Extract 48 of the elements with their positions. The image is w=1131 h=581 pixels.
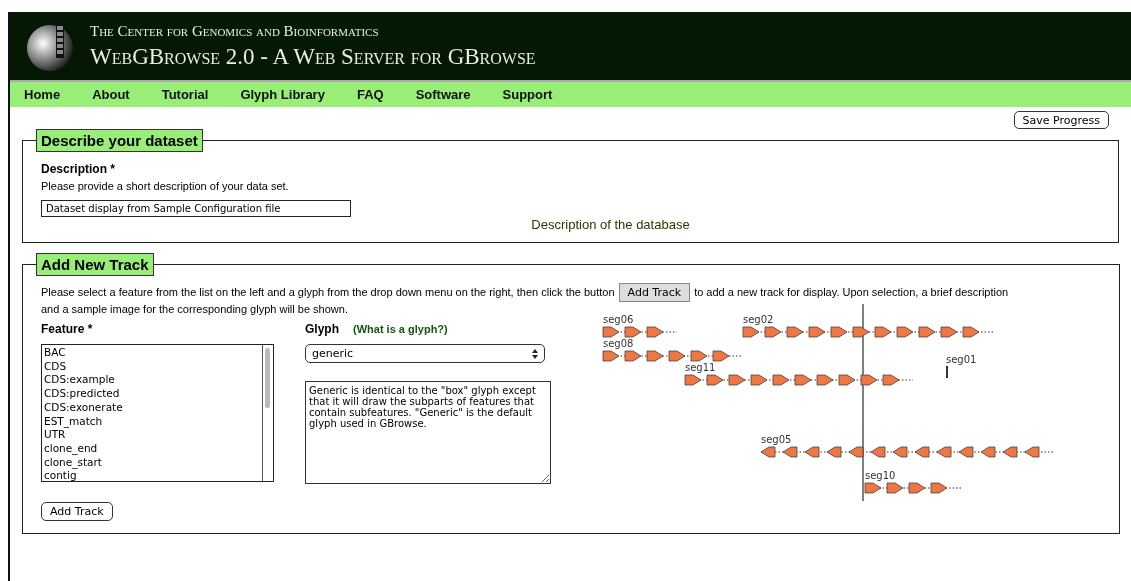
organization-name: The Center for Genomics and Bioinformatics bbox=[90, 22, 380, 40]
segment-label: seg05 bbox=[761, 434, 792, 445]
scrollbar[interactable] bbox=[262, 345, 273, 481]
feature-option[interactable]: UTR bbox=[44, 428, 260, 442]
segment-label: seg01 bbox=[946, 354, 977, 365]
nav-link[interactable]: Home bbox=[24, 87, 61, 102]
instruction-text: and a sample image for the corresponding glyph will be shown. bbox=[41, 302, 349, 316]
nav-link[interactable]: FAQ bbox=[356, 87, 384, 102]
segment-label: seg08 bbox=[603, 338, 634, 349]
glyph-help-link[interactable]: (What is a glyph?) bbox=[353, 323, 448, 335]
save-progress-button[interactable]: Save Progress bbox=[1013, 111, 1109, 129]
feature-option[interactable]: clone_start bbox=[44, 455, 260, 470]
feature-option[interactable]: EST_match bbox=[44, 414, 260, 429]
field-caption: Description of the database bbox=[530, 217, 691, 232]
segment-label: seg02 bbox=[743, 314, 774, 325]
feature-option[interactable]: CDS bbox=[44, 359, 260, 374]
site-title: WebGBrowse 2.0 - A Web Server for GBrowse bbox=[90, 43, 536, 70]
sphere-logo-icon bbox=[24, 20, 76, 72]
segment-label: seg06 bbox=[603, 314, 634, 325]
nav-link[interactable]: Software bbox=[415, 87, 471, 102]
feature-option[interactable]: BAC bbox=[44, 346, 260, 360]
feature-listbox[interactable]: BAC CDS CDS:example CDS:predicted CDS:exonerate EST_match UTR clone_end clone_start contig bbox=[41, 344, 274, 482]
updown-caret-icon bbox=[532, 348, 538, 359]
scrollbar-thumb[interactable] bbox=[265, 348, 270, 408]
segment-label: seg11 bbox=[685, 362, 716, 373]
help-text: Please provide a short description of your data set. bbox=[41, 180, 290, 192]
add-track-button[interactable]: Add Track bbox=[618, 283, 691, 302]
feature-option[interactable]: clone_end bbox=[44, 441, 260, 456]
segment-label: seg10 bbox=[865, 470, 896, 481]
nav-link[interactable]: Tutorial bbox=[161, 87, 209, 102]
section-heading: Add New Track bbox=[36, 253, 154, 276]
glyph-dropdown[interactable]: generic bbox=[305, 344, 545, 363]
glyph-description-textarea[interactable]: Generic is identical to the "box" glyph except that it will draw the subparts of features that contain subfeatures. "Generic" is the default glyph used in GBrowse. bbox=[305, 381, 551, 484]
section-heading: Describe your dataset bbox=[36, 129, 203, 152]
add-track-button[interactable]: Add Track bbox=[41, 502, 113, 521]
instruction-text: to add a new track for display. Upon selection, a brief description bbox=[694, 286, 1009, 298]
feature-option[interactable]: contig bbox=[44, 469, 260, 481]
nav-link[interactable]: Support bbox=[502, 87, 553, 102]
instruction-text: Please select a feature from the list on the left and a glyph from the drop down menu on the right, then click the button bbox=[41, 286, 615, 298]
description-field[interactable]: Dataset display from Sample Configuration file bbox=[41, 200, 351, 217]
nav-link[interactable]: Glyph Library bbox=[240, 87, 325, 102]
feature-option[interactable]: CDS:exonerate bbox=[44, 400, 260, 415]
field-label: Description * bbox=[41, 162, 116, 176]
field-label: Feature * bbox=[41, 322, 94, 336]
feature-option[interactable]: CDS:example bbox=[44, 373, 260, 388]
nav-link[interactable]: About bbox=[92, 87, 130, 102]
field-label: Glyph bbox=[305, 322, 339, 336]
feature-option[interactable]: CDS:predicted bbox=[44, 387, 260, 401]
